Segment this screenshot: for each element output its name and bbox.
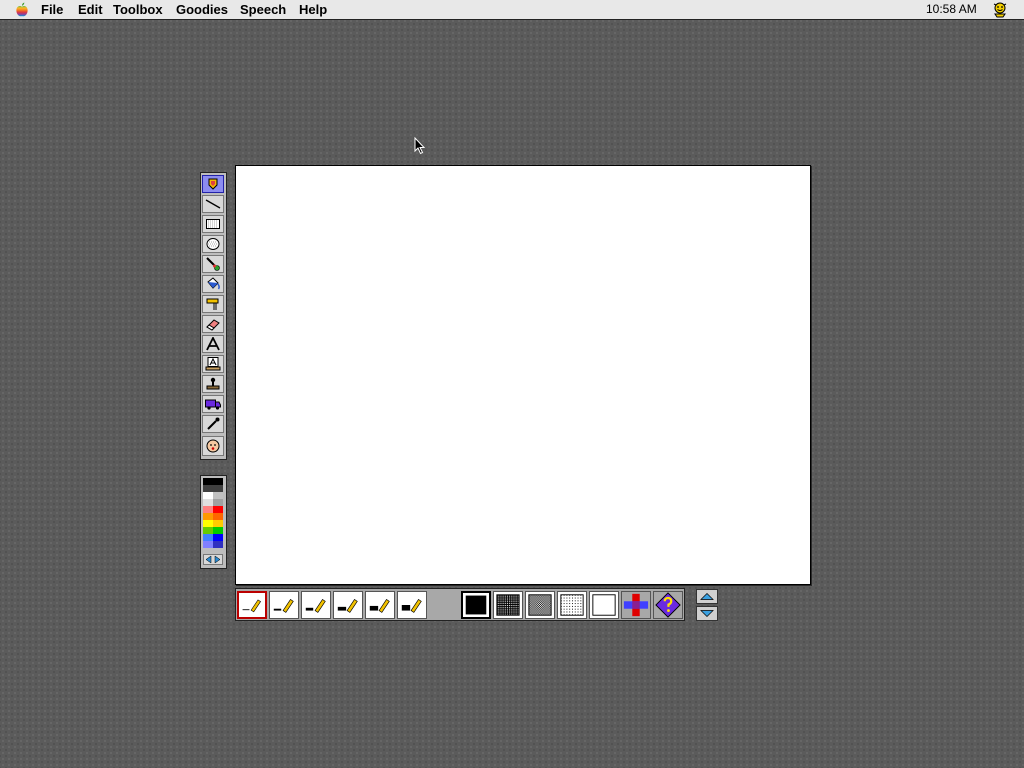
mouse-pointer-icon: [414, 137, 426, 155]
color-swatch-red[interactable]: [213, 506, 223, 513]
pencil-width-1-icon: [242, 599, 261, 613]
moving-van-icon: [205, 399, 221, 410]
rectangle-tool[interactable]: [202, 215, 224, 233]
paintbrush-icon: [206, 257, 220, 271]
oval-tool[interactable]: [202, 235, 224, 253]
color-swatch-dark-gray[interactable]: [203, 485, 223, 492]
color-swatch-gold[interactable]: [213, 520, 223, 527]
rainbow-cross-pattern[interactable]: [621, 591, 651, 619]
pencil-tool[interactable]: [202, 175, 224, 193]
eyedropper-tool[interactable]: [202, 415, 224, 433]
triangle-up-icon: [700, 592, 714, 600]
tool-options-bar: [235, 588, 685, 621]
menu-help[interactable]: Help: [299, 2, 327, 17]
color-swatch-orange[interactable]: [203, 513, 213, 520]
rubber-stamp-tool[interactable]: [202, 375, 224, 393]
options-scroll-down-button[interactable]: [696, 606, 718, 621]
line-icon: [205, 199, 221, 209]
kid-pix-character-icon[interactable]: [991, 1, 1009, 18]
medium-dither-icon: [528, 594, 552, 616]
color-swatch-gray[interactable]: [213, 499, 223, 506]
triangle-down-icon: [700, 610, 714, 618]
light-dither-pattern[interactable]: [557, 591, 587, 619]
random-question-pattern[interactable]: [653, 591, 683, 619]
color-swatch-sky-blue[interactable]: [203, 534, 213, 541]
oval-icon: [206, 238, 220, 250]
menu-clock[interactable]: 10:58 AM: [926, 2, 977, 16]
pencil-width-2-icon: [273, 598, 294, 613]
palette-scroll-arrows-icon: [205, 555, 221, 564]
undo-guy-tool[interactable]: [202, 436, 224, 456]
apple-logo-icon[interactable]: [14, 2, 30, 17]
menu-file[interactable]: File: [41, 2, 63, 17]
white-pattern-icon: [592, 594, 616, 616]
pencil-line-width-2[interactable]: [269, 591, 299, 619]
question-mark-icon: [655, 592, 681, 618]
menu-goodies[interactable]: Goodies: [176, 2, 228, 17]
menu-bar: File Edit Toolbox Goodies Speech Help 10…: [0, 0, 1024, 20]
color-swatch-lime[interactable]: [203, 527, 213, 534]
color-swatch-green[interactable]: [213, 527, 223, 534]
paintbrush-tool[interactable]: [202, 255, 224, 273]
paint-bucket-icon: [207, 277, 220, 290]
menu-edit[interactable]: Edit: [78, 2, 103, 17]
alphabet-stamp-icon: [205, 357, 221, 371]
color-swatch-light-gray[interactable]: [213, 492, 223, 499]
pencil-line-width-5[interactable]: [365, 591, 395, 619]
rectangle-icon: [206, 219, 220, 229]
mixer-icon: [206, 298, 219, 310]
white-pattern[interactable]: [589, 591, 619, 619]
pencil-width-5-icon: [369, 598, 390, 613]
menu-speech[interactable]: Speech: [240, 2, 286, 17]
color-swatch-periwinkle[interactable]: [203, 541, 213, 548]
color-swatch-black[interactable]: [203, 478, 223, 485]
pencil-line-width-1[interactable]: [237, 591, 267, 619]
electric-mixer-tool[interactable]: [202, 295, 224, 313]
solid-black-pattern[interactable]: [461, 591, 491, 619]
medium-dither-pattern[interactable]: [525, 591, 555, 619]
color-palette: [200, 475, 227, 569]
palette-scroll-button[interactable]: [203, 554, 223, 565]
eraser-icon: [206, 319, 220, 331]
pencil-line-width-4[interactable]: [333, 591, 363, 619]
color-swatch-white[interactable]: [203, 492, 213, 499]
color-swatch-yellow[interactable]: [203, 520, 213, 527]
color-swatch-silver[interactable]: [203, 499, 213, 506]
moving-van-tool[interactable]: [202, 395, 224, 413]
rubber-stamp-icon: [206, 377, 220, 390]
pencil-width-3-icon: [305, 598, 326, 613]
drawing-canvas[interactable]: [235, 165, 811, 585]
options-scroll-up-button[interactable]: [696, 589, 718, 604]
dark-dither-pattern[interactable]: [493, 591, 523, 619]
menu-toolbox[interactable]: Toolbox: [113, 2, 163, 17]
line-tool[interactable]: [202, 195, 224, 213]
pencil-width-4-icon: [337, 598, 358, 613]
color-swatch-dark-orange[interactable]: [213, 513, 223, 520]
eyedropper-icon: [207, 417, 220, 430]
tool-palette: [200, 172, 227, 460]
color-swatch-blue[interactable]: [213, 534, 223, 541]
color-swatch-pink[interactable]: [203, 506, 213, 513]
pencil-line-width-3[interactable]: [301, 591, 331, 619]
color-swatch-navy[interactable]: [213, 541, 223, 548]
light-dither-icon: [560, 594, 584, 616]
pencil-width-6-icon: [401, 598, 422, 613]
paint-bucket-tool[interactable]: [202, 275, 224, 293]
rainbow-cross-icon: [623, 593, 649, 617]
dark-dither-icon: [496, 594, 520, 616]
undo-face-icon: [206, 439, 220, 453]
options-scroll-buttons: [696, 589, 718, 622]
pencil-line-width-6[interactable]: [397, 591, 427, 619]
eraser-tool[interactable]: [202, 315, 224, 333]
pencil-icon: [208, 178, 218, 190]
text-icon: [206, 337, 220, 351]
text-tool[interactable]: [202, 335, 224, 353]
alphabet-stamp-tool[interactable]: [202, 355, 224, 373]
solid-pattern-icon: [465, 595, 487, 615]
